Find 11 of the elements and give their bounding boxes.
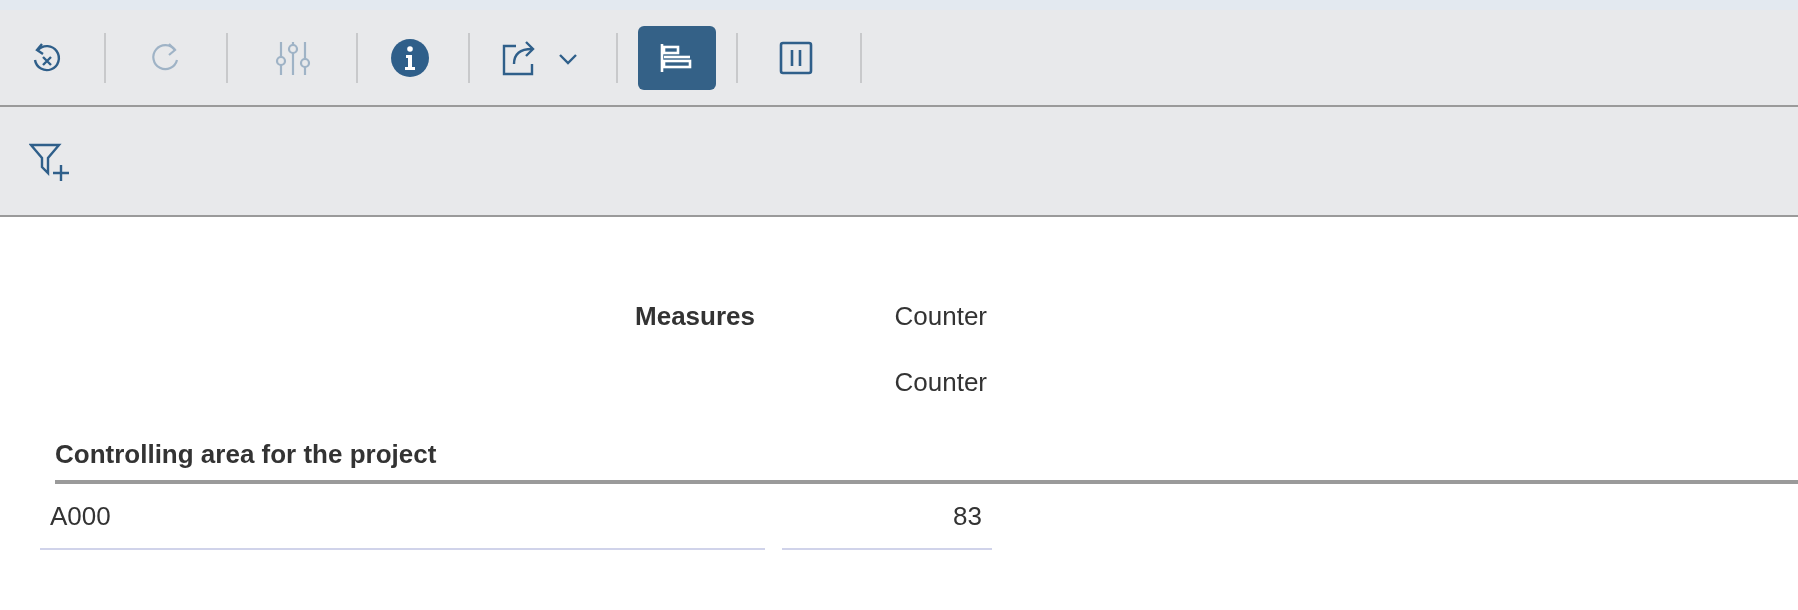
column-header: Counter [894, 365, 987, 399]
rows-icon [660, 41, 694, 74]
table-cell-text: A000 [50, 499, 111, 533]
info-icon [390, 37, 430, 78]
table-cell-text: 83 [953, 499, 982, 533]
column-header: Controlling area for the project [55, 439, 437, 469]
filter-add-icon [29, 141, 69, 181]
column-header: Counter [894, 299, 987, 333]
pause-icon [779, 40, 813, 75]
rows-button[interactable] [638, 25, 716, 90]
measures-label: Measures [635, 299, 755, 333]
